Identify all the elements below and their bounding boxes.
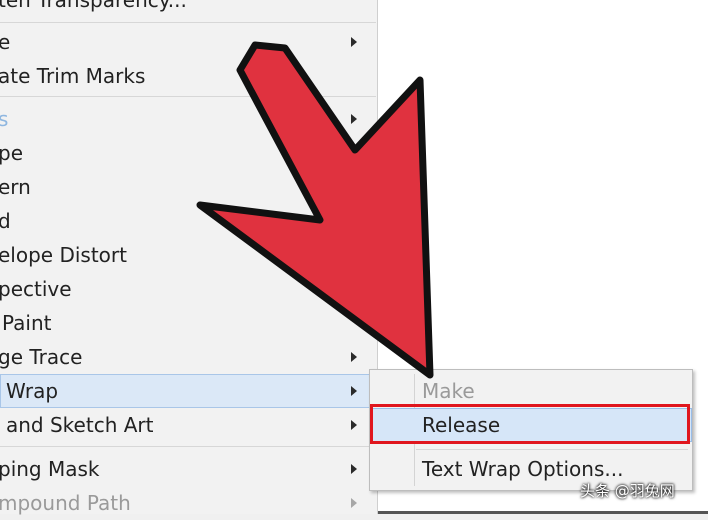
pointer-arrow-icon — [196, 41, 434, 379]
watermark-text: 头条 @羽兔网 — [580, 482, 675, 500]
